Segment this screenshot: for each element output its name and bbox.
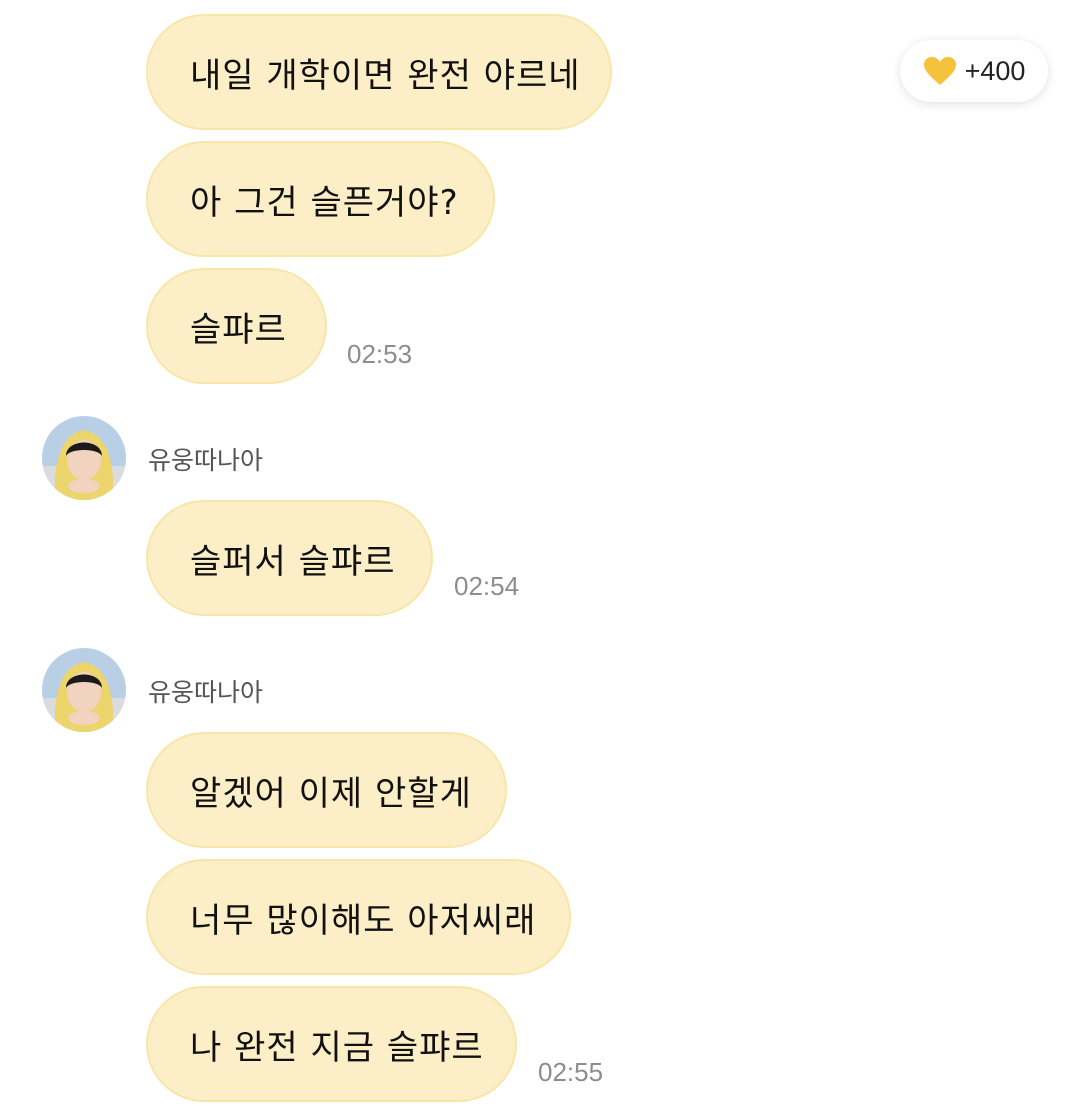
profile-photo [42, 416, 126, 500]
message-bubble[interactable]: 내일 개학이면 완전 야르네 [146, 14, 612, 130]
heart-reward-badge[interactable]: +400 [900, 40, 1048, 102]
message-text: 슬퍼서 슬퍄르 [190, 541, 396, 582]
sender-name: 유웅따나아 [148, 446, 264, 475]
heart-icon [923, 57, 956, 85]
message-timestamp: 02:54 [454, 571, 520, 601]
avatar[interactable] [42, 416, 126, 500]
message-text: 슬퍄르 [190, 309, 287, 350]
message-bubble[interactable]: 알겠어 이제 안할게 [146, 732, 507, 848]
profile-photo [42, 648, 126, 732]
message-text: 내일 개학이면 완전 야르네 [190, 55, 581, 96]
sender-name: 유웅따나아 [148, 678, 264, 707]
reward-count: +400 [964, 55, 1026, 86]
message-bubble[interactable]: 슬퍄르 [146, 268, 327, 384]
message-bubble[interactable]: 아 그건 슬픈거야? [146, 141, 495, 257]
avatar[interactable] [42, 648, 126, 732]
message-timestamp: 02:53 [347, 339, 413, 369]
message-text: 아 그건 슬픈거야? [190, 182, 459, 223]
message-text: 알겠어 이제 안할게 [190, 773, 472, 814]
message-text: 너무 많이해도 아저씨래 [190, 900, 537, 941]
message-timestamp: 02:55 [538, 1057, 604, 1087]
message-bubble[interactable]: 나 완전 지금 슬퍄르 [146, 986, 517, 1102]
message-bubble[interactable]: 슬퍼서 슬퍄르 [146, 500, 433, 616]
message-text: 나 완전 지금 슬퍄르 [190, 1027, 484, 1068]
message-bubble[interactable]: 너무 많이해도 아저씨래 [146, 859, 571, 975]
